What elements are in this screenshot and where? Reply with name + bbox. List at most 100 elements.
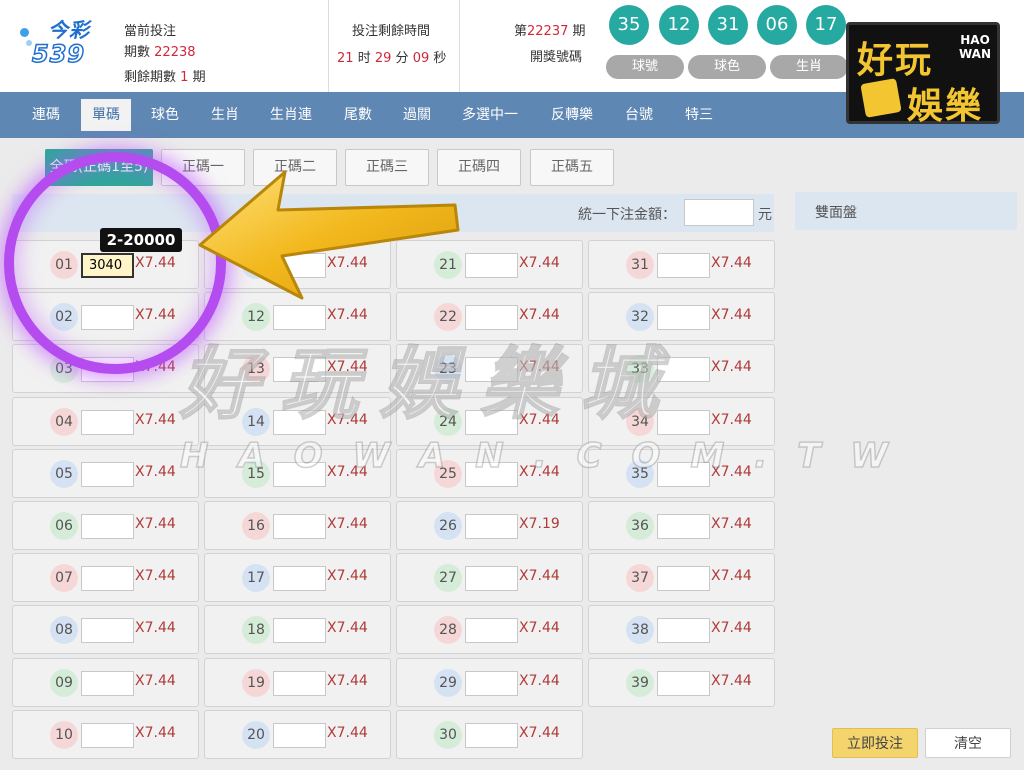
countdown-hours: 21 xyxy=(337,51,354,66)
bet-amount-input[interactable] xyxy=(657,305,710,330)
bet-amount-input[interactable] xyxy=(81,410,134,435)
nav-item-lianma[interactable]: 連碼 xyxy=(26,99,66,131)
odds-label: X7.44 xyxy=(519,255,560,271)
ball-number: 13 xyxy=(242,355,270,383)
bet-amount-input[interactable] xyxy=(273,514,326,539)
ball-number: 02 xyxy=(50,303,78,331)
bet-amount-input[interactable] xyxy=(657,566,710,591)
odds-label: X7.44 xyxy=(519,359,560,375)
submit-bet-button[interactable]: 立即投注 xyxy=(832,728,918,758)
bet-amount-input[interactable] xyxy=(465,305,518,330)
bet-amount-input[interactable] xyxy=(465,566,518,591)
bet-amount-input[interactable] xyxy=(273,253,326,278)
number-cell: 29 X7.44 xyxy=(396,658,583,707)
nav-item-danma[interactable]: 單碼 xyxy=(81,99,131,131)
bet-amount-input[interactable] xyxy=(273,723,326,748)
view-ball-color-button[interactable]: 球色 xyxy=(688,55,766,79)
bet-amount-input[interactable] xyxy=(465,410,518,435)
bet-amount-input[interactable] xyxy=(657,618,710,643)
brand-text-bottom: 娛樂 xyxy=(907,86,984,127)
bet-amount-input[interactable] xyxy=(273,618,326,643)
ball-number: 11 xyxy=(242,251,270,279)
bet-amount-input[interactable] xyxy=(273,305,326,330)
nav-item-zodiac-combo[interactable]: 生肖連 xyxy=(264,99,318,131)
odds-label: X7.44 xyxy=(327,725,368,741)
tab-zhengma-3[interactable]: 正碼三 xyxy=(345,149,429,186)
odds-label: X7.44 xyxy=(135,307,176,323)
bet-amount-input[interactable] xyxy=(465,462,518,487)
bet-amount-input[interactable] xyxy=(273,410,326,435)
bet-amount-input[interactable] xyxy=(81,723,134,748)
number-cell: 14 X7.44 xyxy=(204,397,391,446)
tab-zhengma-5[interactable]: 正碼五 xyxy=(530,149,614,186)
ball-number: 06 xyxy=(50,512,78,540)
number-cell: 33 X7.44 xyxy=(588,344,775,393)
draw-ball: 31 xyxy=(708,5,748,45)
bet-amount-input[interactable] xyxy=(81,618,134,643)
bet-amount-input[interactable] xyxy=(81,566,134,591)
ball-number: 03 xyxy=(50,355,78,383)
bet-amount-input[interactable] xyxy=(657,462,710,487)
number-cell: 30 X7.44 xyxy=(396,710,583,759)
bet-amount-input[interactable] xyxy=(657,671,710,696)
bet-amount-input[interactable] xyxy=(273,357,326,382)
ball-number: 27 xyxy=(434,564,462,592)
draw-numbers-label: 開獎號碼 xyxy=(530,50,583,65)
number-cell: 37 X7.44 xyxy=(588,553,775,602)
nav-item-tail[interactable]: 尾數 xyxy=(338,99,378,131)
bet-amount-input[interactable] xyxy=(273,566,326,591)
draw-period-value: 22237 xyxy=(527,24,569,39)
unified-bet-input[interactable] xyxy=(684,199,754,226)
bet-amount-input[interactable] xyxy=(465,671,518,696)
bet-amount-input[interactable] xyxy=(273,671,326,696)
ball-number: 04 xyxy=(50,408,78,436)
number-cell: 20 X7.44 xyxy=(204,710,391,759)
nav-item-zodiac[interactable]: 生肖 xyxy=(205,99,245,131)
draw-ball: 35 xyxy=(609,5,649,45)
clear-button[interactable]: 清空 xyxy=(925,728,1011,758)
bet-amount-input[interactable] xyxy=(657,357,710,382)
odds-label: X7.44 xyxy=(327,673,368,689)
bet-amount-input[interactable] xyxy=(81,305,134,330)
nav-item-reverse[interactable]: 反轉樂 xyxy=(545,99,599,131)
nav-item-parlay[interactable]: 過關 xyxy=(397,99,437,131)
bet-amount-input[interactable] xyxy=(465,357,518,382)
view-ball-number-button[interactable]: 球號 xyxy=(606,55,684,79)
bet-amount-input[interactable] xyxy=(81,462,134,487)
bet-amount-input[interactable] xyxy=(465,253,518,278)
bet-amount-input[interactable] xyxy=(81,253,134,278)
bet-amount-input[interactable] xyxy=(657,253,710,278)
odds-label: X7.44 xyxy=(135,568,176,584)
nav-item-taihao[interactable]: 台號 xyxy=(619,99,659,131)
number-cell: 08 X7.44 xyxy=(12,605,199,654)
tab-zhengma-1[interactable]: 正碼一 xyxy=(161,149,245,186)
bet-amount-input[interactable] xyxy=(465,723,518,748)
nav-item-ball-color[interactable]: 球色 xyxy=(145,99,185,131)
odds-label: X7.44 xyxy=(711,464,752,480)
ball-number: 31 xyxy=(626,251,654,279)
view-zodiac-button[interactable]: 生肖 xyxy=(770,55,848,79)
odds-label: X7.44 xyxy=(519,464,560,480)
ball-number: 28 xyxy=(434,616,462,644)
tab-zhengma-2[interactable]: 正碼二 xyxy=(253,149,337,186)
odds-label: X7.44 xyxy=(327,568,368,584)
ball-number: 01 xyxy=(50,251,78,279)
bet-amount-input[interactable] xyxy=(81,671,134,696)
bet-amount-input[interactable] xyxy=(465,514,518,539)
bet-amount-input[interactable] xyxy=(81,357,134,382)
number-cell: 35 X7.44 xyxy=(588,449,775,498)
bet-amount-input[interactable] xyxy=(81,514,134,539)
logo-dot-icon xyxy=(20,28,29,37)
tab-all-numbers[interactable]: 全碼(正碼1至5) xyxy=(45,149,153,186)
tab-zhengma-4[interactable]: 正碼四 xyxy=(437,149,521,186)
odds-label: X7.44 xyxy=(327,516,368,532)
bet-amount-input[interactable] xyxy=(465,618,518,643)
number-cell: 12 X7.44 xyxy=(204,292,391,341)
bet-amount-input[interactable] xyxy=(657,514,710,539)
nav-item-tesan[interactable]: 特三 xyxy=(679,99,719,131)
odds-label: X7.44 xyxy=(519,412,560,428)
bet-amount-input[interactable] xyxy=(657,410,710,435)
ball-number: 38 xyxy=(626,616,654,644)
nav-item-multi-pick[interactable]: 多選中一 xyxy=(456,99,524,131)
bet-amount-input[interactable] xyxy=(273,462,326,487)
